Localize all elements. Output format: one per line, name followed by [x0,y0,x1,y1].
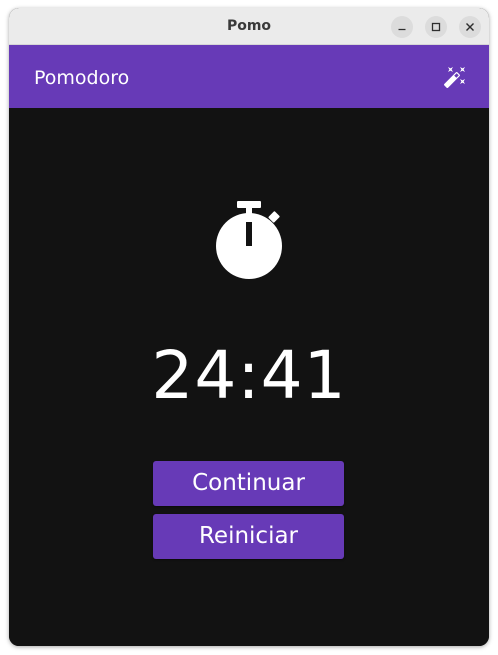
maximize-icon [431,22,441,32]
timer-display: 24:41 [151,337,347,414]
window-title: Pomo [226,18,272,34]
app-bar-title: Pomodoro [34,67,130,89]
reset-button[interactable]: Reiniciar [153,514,344,559]
minimize-icon [398,28,406,31]
window-titlebar[interactable]: Pomo [9,8,489,45]
theme-toggle-icon [443,67,465,89]
close-button[interactable] [459,16,481,38]
minimize-button[interactable] [391,16,413,38]
app-window: Pomo Pomodoro 24:41 Continuar Reiniciar [9,8,489,646]
close-icon [466,23,474,31]
main-content: 24:41 Continuar Reiniciar [9,108,489,646]
stopwatch-icon [216,201,282,279]
continue-button[interactable]: Continuar [153,461,344,506]
app-bar: Pomodoro [9,45,489,108]
theme-toggle-button[interactable] [443,65,467,89]
maximize-button[interactable] [425,16,447,38]
